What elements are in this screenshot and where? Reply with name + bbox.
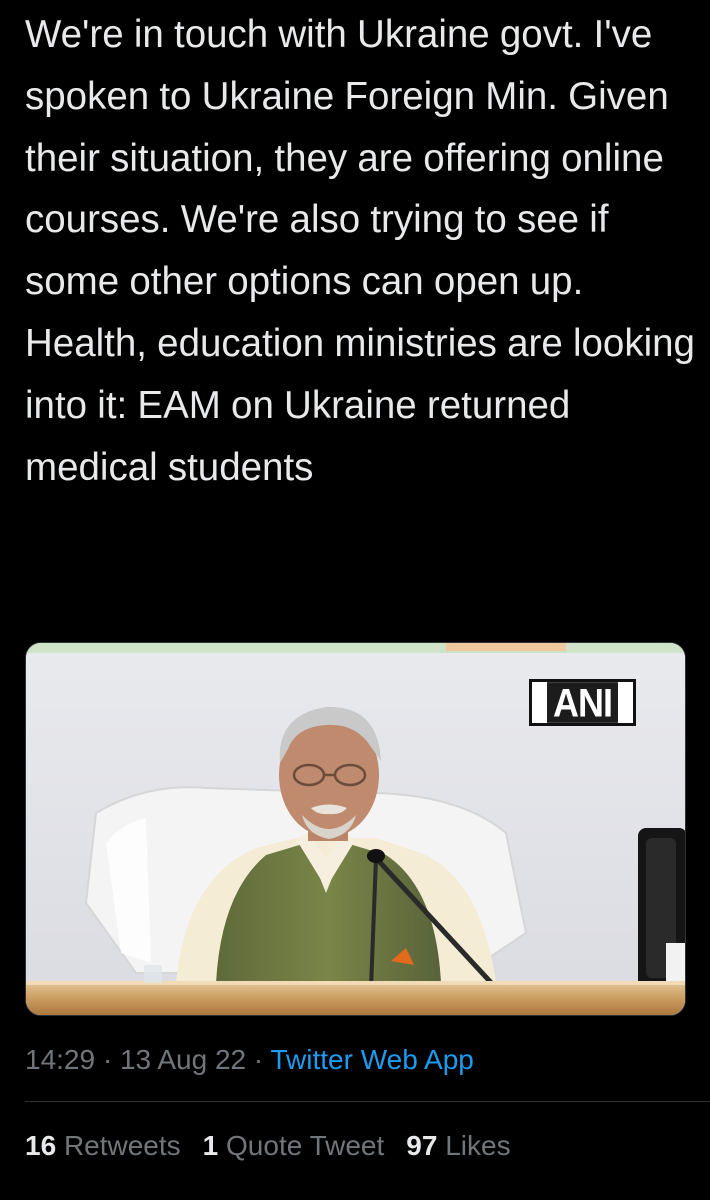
meta-separator: · <box>253 1044 264 1075</box>
retweets-label: Retweets <box>63 1130 181 1161</box>
tweet-photo[interactable]: ANI <box>25 642 686 1016</box>
ani-watermark-text: ANI <box>547 682 618 723</box>
retweets-count: 16 <box>25 1130 57 1161</box>
quote-tweets-count: 1 <box>202 1130 219 1161</box>
tweet-date[interactable]: 13 Aug 22 <box>120 1044 246 1075</box>
likes-label: Likes <box>445 1130 511 1161</box>
tweet-time[interactable]: 14:29 <box>25 1044 95 1075</box>
tweet-source-link[interactable]: Twitter Web App <box>270 1044 473 1075</box>
likes-stat[interactable]: 97 Likes <box>406 1130 510 1161</box>
ani-watermark-logo: ANI <box>529 679 636 726</box>
quote-tweets-stat[interactable]: 1 Quote Tweet <box>203 1130 385 1161</box>
divider <box>25 1101 710 1102</box>
tweet-text: We're in touch with Ukraine govt. I've s… <box>25 13 695 489</box>
quote-tweets-label: Quote Tweet <box>226 1130 385 1161</box>
retweets-stat[interactable]: 16 Retweets <box>25 1130 181 1161</box>
meta-separator: · <box>102 1044 113 1075</box>
tweet-stats: 16 Retweets 1 Quote Tweet 97 Likes <box>25 1126 533 1166</box>
likes-count: 97 <box>406 1130 438 1161</box>
tweet-metadata: 14:29 · 13 Aug 22 · Twitter Web App <box>25 1040 474 1080</box>
